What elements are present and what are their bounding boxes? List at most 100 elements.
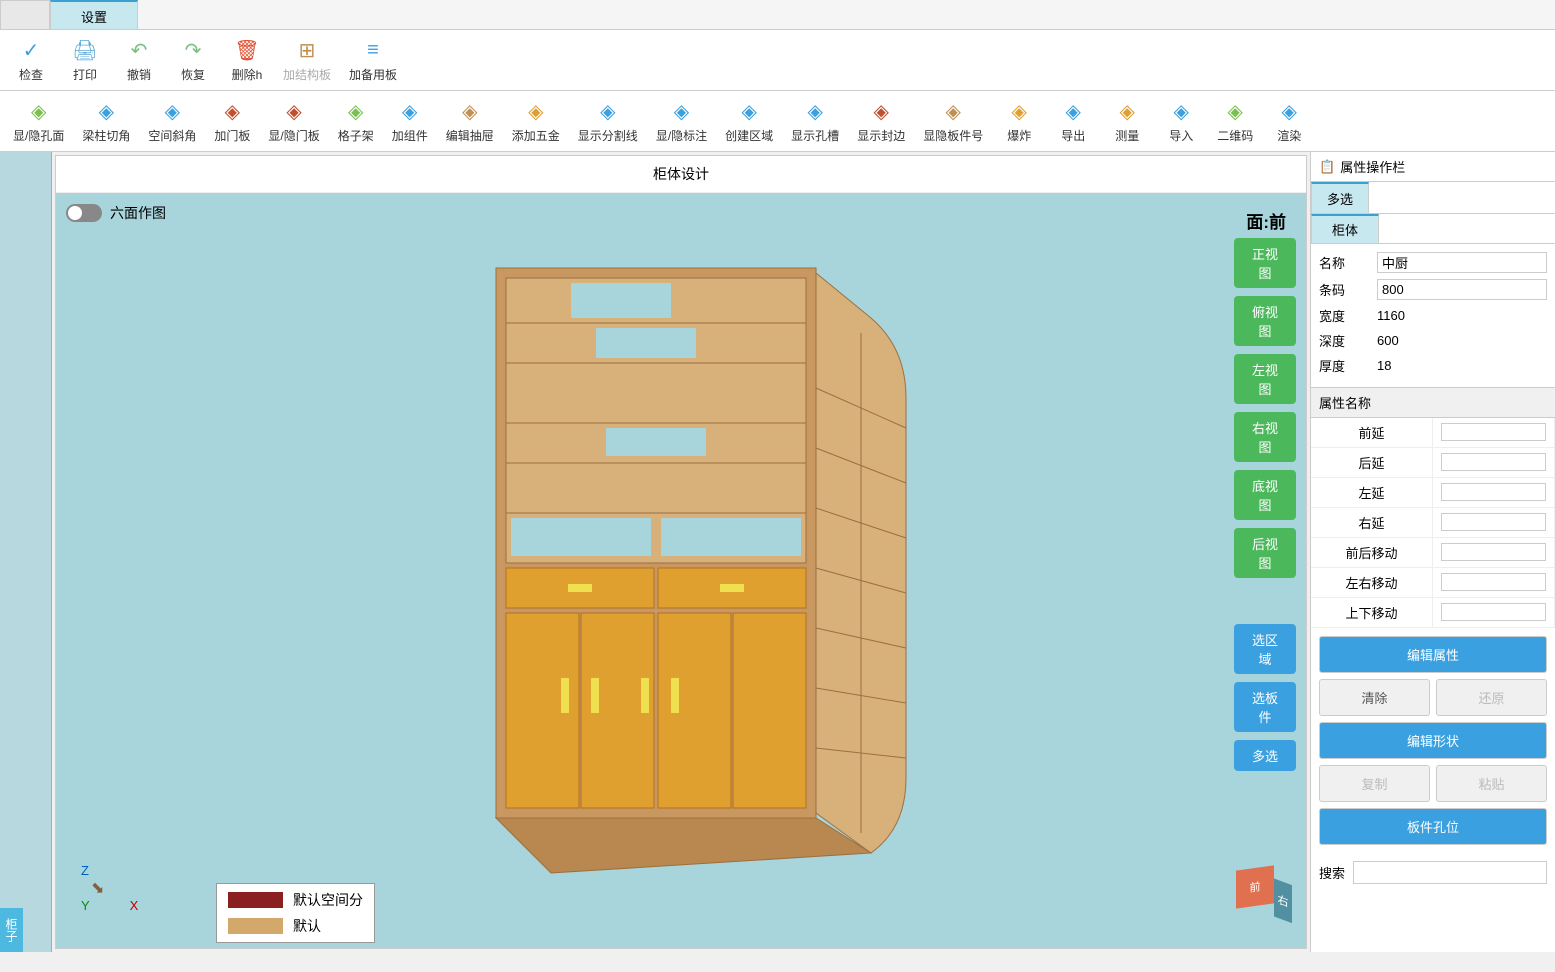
undo-icon: ↶: [124, 37, 154, 63]
attr-input-左右移动[interactable]: [1441, 573, 1546, 591]
prop-barcode-input[interactable]: [1377, 279, 1547, 300]
tool-测量[interactable]: ◈测量: [1101, 96, 1153, 146]
attr-input-右延[interactable]: [1441, 513, 1546, 531]
tab-multi-select[interactable]: 多选: [1311, 182, 1369, 213]
generic-icon: ◈: [938, 98, 968, 124]
clear-button[interactable]: 清除: [1319, 679, 1430, 716]
generic-icon: ◈: [521, 98, 551, 124]
view-btn-俯视图[interactable]: 俯视图: [1234, 296, 1296, 346]
tool-梁柱切角[interactable]: ◈梁柱切角: [74, 96, 138, 146]
attr-input-前后移动[interactable]: [1441, 543, 1546, 561]
tool-显示封边[interactable]: ◈显示封边: [849, 96, 913, 146]
prop-depth-value: 600: [1377, 333, 1547, 348]
left-sidebar: 柜子: [0, 152, 52, 952]
attr-input-上下移动[interactable]: [1441, 603, 1546, 621]
tool-编辑抽屉[interactable]: ◈编辑抽屉: [438, 96, 502, 146]
main-area: 柜子 柜体设计 六面作图 面:前 正视图俯视图左视图右视图底视图后视图选区域选板…: [0, 152, 1555, 952]
menu-bar: 设置: [0, 0, 1555, 30]
left-tab-cabinet[interactable]: 柜子: [0, 908, 23, 952]
tool-加结构板[interactable]: ⊞加结构板: [275, 35, 339, 85]
stack-icon: ≡: [358, 37, 388, 63]
viewport-3d[interactable]: 六面作图 面:前 正视图俯视图左视图右视图底视图后视图选区域选板件多选: [56, 193, 1306, 948]
search-input[interactable]: [1353, 861, 1547, 884]
attr-row-右延: 右延: [1311, 508, 1555, 538]
generic-icon: ◈: [341, 98, 371, 124]
attr-input-后延[interactable]: [1441, 453, 1546, 471]
tool-格子架[interactable]: ◈格子架: [330, 96, 382, 146]
generic-icon: ◈: [593, 98, 623, 124]
tool-显/隐门板[interactable]: ◈显/隐门板: [260, 96, 327, 146]
tool-二维码[interactable]: ◈二维码: [1209, 96, 1261, 146]
menu-tab-blank[interactable]: [0, 0, 50, 29]
prop-width-value: 1160: [1377, 308, 1547, 323]
properties-panel: 📋 属性操作栏 多选 柜体 名称 条码 宽度 1160 深度 600: [1310, 152, 1555, 952]
select-btn-选区域[interactable]: 选区域: [1234, 624, 1296, 674]
generic-icon: ◈: [666, 98, 696, 124]
edit-shape-button[interactable]: 编辑形状: [1319, 722, 1547, 759]
generic-icon: ◈: [734, 98, 764, 124]
view-btn-左视图[interactable]: 左视图: [1234, 354, 1296, 404]
generic-icon: ◈: [1112, 98, 1142, 124]
tab-cabinet-body[interactable]: 柜体: [1311, 214, 1379, 243]
properties-table: 名称 条码 宽度 1160 深度 600 厚度 18: [1311, 244, 1555, 383]
tool-撤销[interactable]: ↶撤销: [113, 35, 165, 85]
tool-导入[interactable]: ◈导入: [1155, 96, 1207, 146]
select-btn-选板件[interactable]: 选板件: [1234, 682, 1296, 732]
attr-input-前延[interactable]: [1441, 423, 1546, 441]
attr-input-左延[interactable]: [1441, 483, 1546, 501]
generic-icon: ◈: [455, 98, 485, 124]
tool-显示分割线[interactable]: ◈显示分割线: [570, 96, 646, 146]
generic-icon: ◈: [1004, 98, 1034, 124]
generic-icon: ◈: [157, 98, 187, 124]
cube-orientation-gizmo[interactable]: 前 右: [1236, 868, 1281, 913]
generic-icon: ◈: [1220, 98, 1250, 124]
menu-tab-settings[interactable]: 设置: [50, 0, 138, 29]
tool-创建区域[interactable]: ◈创建区域: [717, 96, 781, 146]
generic-icon: ◈: [395, 98, 425, 124]
grid-icon: ⊞: [292, 37, 322, 63]
tool-爆炸[interactable]: ◈爆炸: [993, 96, 1045, 146]
tool-显隐板件号[interactable]: ◈显隐板件号: [915, 96, 991, 146]
six-face-toggle[interactable]: [66, 204, 102, 222]
copy-button[interactable]: 复制: [1319, 765, 1430, 802]
attr-label: 右延: [1311, 508, 1433, 537]
trash-icon: 🗑: [232, 37, 262, 63]
tool-导出[interactable]: ◈导出: [1047, 96, 1099, 146]
six-face-toggle-wrap: 六面作图: [66, 203, 166, 223]
legend-swatch: [228, 918, 283, 934]
tool-删除h[interactable]: 🗑删除h: [221, 35, 273, 85]
view-btn-底视图[interactable]: 底视图: [1234, 470, 1296, 520]
tool-恢复[interactable]: ↷恢复: [167, 35, 219, 85]
current-face-label: 面:前: [1246, 208, 1286, 233]
tool-加组件[interactable]: ◈加组件: [384, 96, 436, 146]
plate-hole-position-button[interactable]: 板件孔位: [1319, 808, 1547, 845]
select-btn-多选[interactable]: 多选: [1234, 740, 1296, 771]
cabinet-3d-model[interactable]: [476, 258, 936, 878]
tool-检查[interactable]: ✓检查: [5, 35, 57, 85]
legend-row: 默认空间分: [220, 887, 371, 913]
prop-barcode-label: 条码: [1319, 280, 1369, 299]
viewport-title: 柜体设计: [56, 156, 1306, 193]
restore-button[interactable]: 还原: [1436, 679, 1547, 716]
tool-渲染[interactable]: ◈渲染: [1263, 96, 1315, 146]
tool-显/隐标注[interactable]: ◈显/隐标注: [648, 96, 715, 146]
legend-label: 默认空间分: [293, 890, 363, 910]
generic-icon: ◈: [1274, 98, 1304, 124]
tool-打印[interactable]: 🖨打印: [59, 35, 111, 85]
prop-name-input[interactable]: [1377, 252, 1547, 273]
panel-header-icon: 📋: [1319, 159, 1335, 175]
view-btn-后视图[interactable]: 后视图: [1234, 528, 1296, 578]
tool-显示孔槽[interactable]: ◈显示孔槽: [783, 96, 847, 146]
panel-action-buttons: 编辑属性 清除 还原 编辑形状 复制 粘贴 板件孔位: [1311, 628, 1555, 853]
view-btn-正视图[interactable]: 正视图: [1234, 238, 1296, 288]
attr-label: 左右移动: [1311, 568, 1433, 597]
view-btn-右视图[interactable]: 右视图: [1234, 412, 1296, 462]
tool-加门板[interactable]: ◈加门板: [206, 96, 258, 146]
tool-空间斜角[interactable]: ◈空间斜角: [140, 96, 204, 146]
paste-button[interactable]: 粘贴: [1436, 765, 1547, 802]
tool-显/隐孔面[interactable]: ◈显/隐孔面: [5, 96, 72, 146]
tool-添加五金[interactable]: ◈添加五金: [504, 96, 568, 146]
legend-row: 默认: [220, 913, 371, 939]
tool-加备用板[interactable]: ≡加备用板: [341, 35, 405, 85]
edit-attributes-button[interactable]: 编辑属性: [1319, 636, 1547, 673]
